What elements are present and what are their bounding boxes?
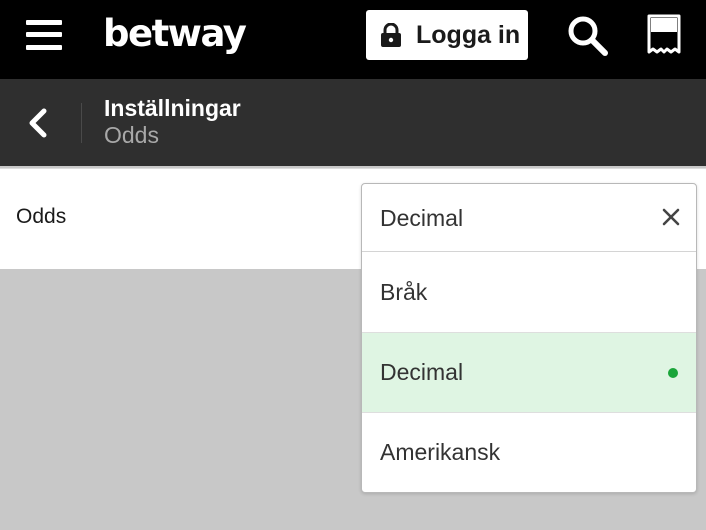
page-subheader: Inställningar Odds (0, 79, 706, 166)
top-bar: betway Logga in (0, 0, 706, 79)
odds-format-dropdown[interactable]: Decimal Bråk Decimal Amerikansk (361, 183, 697, 493)
search-icon[interactable] (566, 14, 608, 56)
hamburger-menu-icon[interactable] (26, 20, 62, 50)
close-icon[interactable] (660, 206, 682, 228)
subheader-divider (81, 103, 82, 143)
dropdown-option-brak[interactable]: Bråk (362, 253, 696, 333)
selected-indicator-dot (668, 368, 678, 378)
page-title: Inställningar (104, 95, 241, 121)
betslip-icon[interactable] (646, 14, 682, 56)
chevron-left-icon[interactable] (20, 101, 60, 145)
odds-label: Odds (16, 205, 67, 228)
login-button-label: Logga in (416, 21, 521, 49)
option-label: Amerikansk (380, 439, 501, 465)
betway-logo[interactable]: betway (103, 10, 247, 58)
lock-icon (381, 23, 401, 47)
login-button[interactable]: Logga in (366, 10, 528, 60)
option-label: Decimal (380, 359, 464, 385)
dropdown-option-decimal[interactable]: Decimal (362, 333, 696, 413)
dropdown-selected-field[interactable]: Decimal (362, 184, 696, 252)
dropdown-selected-value: Decimal (380, 205, 464, 231)
option-label: Bråk (380, 279, 428, 305)
page-subtitle: Odds (104, 122, 159, 148)
dropdown-option-amerikansk[interactable]: Amerikansk (362, 413, 696, 492)
